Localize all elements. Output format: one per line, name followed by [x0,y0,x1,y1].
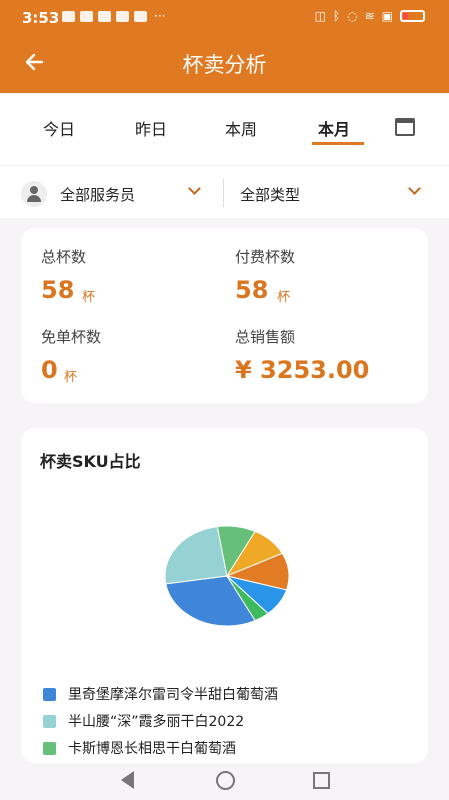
page-title: 杯卖分析 [182,53,267,77]
nfc-icon: ◫ [314,9,326,23]
tab-yesterday[interactable]: 昨日 [135,116,167,140]
type-filter[interactable]: 全部类型 [240,184,300,205]
notification-icons: ··· [62,9,166,23]
system-icons: ◫ ᛒ ◌ ≋ ▣ [315,9,425,23]
system-nav-bar [0,763,449,800]
legend-swatch [43,715,56,728]
stat-unit: 杯 [277,290,291,305]
pie-slice [164,526,228,585]
stat-value: 58 [235,276,269,304]
mute-icon: ◌ [347,9,358,23]
legend-label: 卡斯博恩长相思干白葡萄酒 [68,741,236,757]
stat-value: 0 [41,356,58,384]
tab-this-week[interactable]: 本周 [225,116,257,140]
filter-divider [223,179,224,207]
notification-icon-3 [98,11,111,22]
legend-swatch [43,688,56,701]
summary-card: 总杯数 58 杯 付费杯数 58 杯 免单杯数 0 杯 总销售额 ¥ 3253.… [21,228,428,403]
battery-icon [400,10,425,22]
chevron-down-icon[interactable] [188,182,201,195]
chevron-down-icon[interactable] [408,182,421,195]
staff-filter[interactable]: 全部服务员 [60,184,135,205]
legend-label: 半山腰“深”霞多丽干白2022 [68,714,245,730]
stat-label: 总杯数 [41,248,87,266]
chart-title: 杯卖SKU占比 [40,452,141,471]
status-time: 3:53 [22,9,60,27]
legend-item: 卡斯博恩长相思干白葡萄酒 [43,738,383,758]
legend-swatch [43,742,56,755]
wifi-icon: ≋ [364,9,375,23]
stat-label: 总销售额 [235,328,296,346]
filter-bar: 全部服务员 全部类型 [0,166,449,218]
more-notifications-icon: ··· [154,9,166,23]
stat-label: 免单杯数 [41,328,102,346]
status-bar: 3:53 ··· ◫ ᛒ ◌ ≋ ▣ [0,0,449,34]
tab-this-month[interactable]: 本月 [318,116,350,140]
person-icon [21,181,47,207]
legend-label: 里奇堡摩泽尔雷司令半甜白葡萄酒 [68,687,278,703]
notification-icon-2 [80,11,93,22]
nav-back-icon[interactable] [121,771,134,789]
nav-home-icon[interactable] [216,771,235,790]
stat-value: 58 [41,276,75,304]
notification-icon-4 [116,11,129,22]
calendar-icon[interactable] [395,118,415,136]
notification-icon-1 [62,11,75,22]
sim-icon: ▣ [381,9,393,23]
stat-unit: 杯 [64,370,78,385]
tab-today[interactable]: 今日 [43,116,75,140]
app-header: 3:53 ··· ◫ ᛒ ◌ ≋ ▣ 杯卖分析 [0,0,449,93]
date-tabs: 今日 昨日 本周 本月 [0,94,449,166]
legend-item: 半山腰“深”霞多丽干白2022 [43,711,383,731]
active-tab-indicator [312,142,364,145]
sku-chart-card: 杯卖SKU占比 里奇堡摩泽尔雷司令半甜白葡萄酒 半山腰“深”霞多丽干白2022 … [21,428,428,763]
nav-recent-icon[interactable] [313,772,330,789]
notification-icon-5 [134,11,147,22]
pie-chart [164,525,290,627]
stat-label: 付费杯数 [235,248,296,266]
stat-unit: 杯 [82,290,96,305]
stat-value: ¥ 3253.00 [235,356,370,384]
legend-item: 里奇堡摩泽尔雷司令半甜白葡萄酒 [43,684,383,704]
bluetooth-icon: ᛒ [332,9,341,23]
